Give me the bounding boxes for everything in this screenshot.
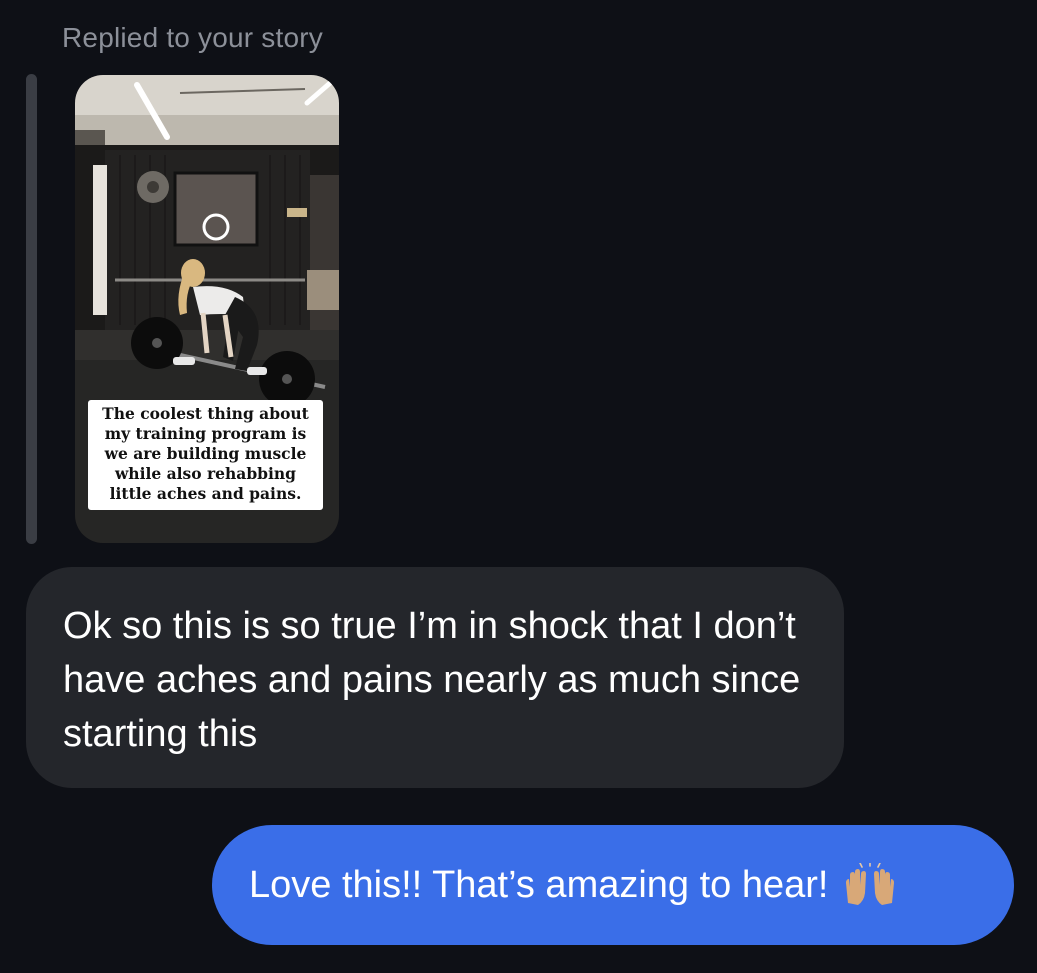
outgoing-message-text: Love this!! That’s amazing to hear!	[249, 863, 829, 906]
replied-to-story-label: Replied to your story	[62, 22, 323, 53]
incoming-message-text: Ok so this is so true I’m in shock that …	[63, 605, 801, 755]
story-caption: The coolest thing about my training prog…	[88, 400, 323, 510]
quote-bar	[26, 74, 37, 544]
incoming-message-bubble[interactable]: Ok so this is so true I’m in shock that …	[26, 567, 844, 788]
raising-hands-icon	[842, 861, 898, 907]
outgoing-message-bubble[interactable]: Love this!! That’s amazing to hear!	[212, 825, 1014, 945]
story-preview[interactable]: The coolest thing about my training prog…	[75, 75, 339, 543]
